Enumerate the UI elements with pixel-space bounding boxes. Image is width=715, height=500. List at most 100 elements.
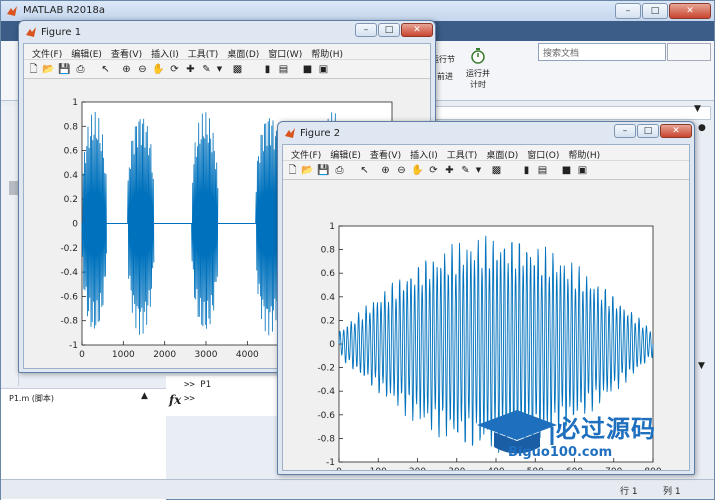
figure1-ytick-label: -0.4 xyxy=(60,268,78,278)
open-file-icon[interactable]: 📂 xyxy=(301,164,314,177)
legend-icon[interactable]: ▤ xyxy=(536,164,549,177)
details-toggle-icon[interactable]: ▲ xyxy=(141,391,148,401)
figure2-menu-item-2[interactable]: 查看(V) xyxy=(370,148,401,161)
figure2-menu-item-4[interactable]: 工具(T) xyxy=(447,148,478,161)
rotate-3d-icon[interactable]: ⟳ xyxy=(168,63,181,76)
editor-strip xyxy=(431,106,711,120)
figure2-menu-item-0[interactable]: 文件(F) xyxy=(291,148,321,161)
edit-plot-arrow-icon[interactable]: ↖ xyxy=(358,164,371,177)
run-and-time-button[interactable]: 运行并 计时 xyxy=(461,47,495,90)
figure2-maximize-button[interactable]: □ xyxy=(637,124,659,138)
zoom-in-icon[interactable]: ⊕ xyxy=(120,63,133,76)
figure1-menu-item-5[interactable]: 桌面(D) xyxy=(227,47,259,60)
close-button[interactable]: ✕ xyxy=(669,3,711,19)
hide-plot-tools-icon[interactable]: ■ xyxy=(301,63,314,76)
minimize-button[interactable]: – xyxy=(615,3,641,19)
watermark: 必过源码 Biguo100.com xyxy=(472,405,712,467)
figure2-xtick-label: 400 xyxy=(487,467,504,470)
panel-collapse-icon[interactable]: ▼ xyxy=(698,361,705,371)
panel-menu-icon[interactable]: ● xyxy=(698,123,706,133)
run-and-time-label-2: 计时 xyxy=(470,80,486,89)
figure1-maximize-button[interactable]: □ xyxy=(378,23,400,37)
save-icon[interactable]: 💾 xyxy=(317,164,330,177)
brush-icon[interactable]: ✎ xyxy=(200,63,213,76)
pan-hand-icon[interactable]: ✋ xyxy=(411,164,424,177)
watermark-url: Biguo100.com xyxy=(508,445,613,460)
show-plot-tools-icon[interactable]: ▣ xyxy=(576,164,589,177)
command-window[interactable]: >> P1 fx >> xyxy=(166,376,286,416)
figure1-xtick-label: 4000 xyxy=(236,350,259,360)
figure2-menubar: 文件(F) 编辑(E) 查看(V) 插入(I) 工具(T) 桌面(D) 窗口(O) 帮助(H) xyxy=(283,145,689,161)
print-icon[interactable]: ⎙ xyxy=(333,164,346,177)
status-row: 行 1 xyxy=(620,487,638,497)
figure1-menu-item-7[interactable]: 帮助(H) xyxy=(311,47,343,60)
main-window-controls: – □ ✕ xyxy=(615,3,711,19)
figure2-ytick-label: -0.2 xyxy=(317,364,335,374)
figure1-menu-item-6[interactable]: 窗口(W) xyxy=(268,47,302,60)
zoom-in-icon[interactable]: ⊕ xyxy=(379,164,392,177)
figure2-title-bar[interactable]: Figure 2 – □ ✕ xyxy=(278,122,694,144)
brush-dropdown-icon[interactable]: ▼ xyxy=(213,63,226,76)
open-file-icon[interactable]: 📂 xyxy=(42,63,55,76)
figure2-title: Figure 2 xyxy=(300,128,341,139)
legend-icon[interactable]: ▤ xyxy=(277,63,290,76)
left-gutter xyxy=(1,106,19,386)
brush-dropdown-icon[interactable]: ▼ xyxy=(472,164,485,177)
search-button[interactable] xyxy=(667,43,711,61)
fx-icon[interactable]: fx xyxy=(169,393,181,407)
hide-plot-tools-icon[interactable]: ■ xyxy=(560,164,573,177)
figure2-menu-item-5[interactable]: 桌面(D) xyxy=(486,148,518,161)
print-icon[interactable]: ⎙ xyxy=(74,63,87,76)
search-documentation-input[interactable]: 搜索文档 xyxy=(538,43,666,61)
status-col: 列 1 xyxy=(663,487,681,497)
rotate-3d-icon[interactable]: ⟳ xyxy=(427,164,440,177)
figure2-ytick-label: 0.8 xyxy=(321,246,336,256)
desktop: MATLAB R2018a – □ ✕ 搜索文档 运行节 前进 运行并 计时 ▼… xyxy=(0,0,715,500)
figure2-menu-item-1[interactable]: 编辑(E) xyxy=(330,148,361,161)
dropdown-arrow-icon[interactable]: ▼ xyxy=(694,104,701,114)
new-figure-icon[interactable]: 🗋 xyxy=(27,63,40,76)
main-title-bar: MATLAB R2018a – □ ✕ xyxy=(1,1,714,21)
zoom-out-icon[interactable]: ⊖ xyxy=(136,63,149,76)
figure1-menu-item-4[interactable]: 工具(T) xyxy=(188,47,219,60)
pan-hand-icon[interactable]: ✋ xyxy=(152,63,165,76)
figure1-xtick-label: 0 xyxy=(79,350,85,360)
colorbar-icon[interactable]: ▮ xyxy=(261,63,274,76)
figure1-menu-item-1[interactable]: 编辑(E) xyxy=(71,47,102,60)
show-plot-tools-icon[interactable]: ▣ xyxy=(317,63,330,76)
figure2-ytick-label: 0 xyxy=(329,340,335,350)
command-prompt[interactable]: >> xyxy=(184,394,195,404)
figure2-window-controls: – □ ✕ xyxy=(614,124,692,138)
data-cursor-icon[interactable]: ✚ xyxy=(443,164,456,177)
figure2-ytick-label: 0.2 xyxy=(321,316,335,326)
figure1-close-button[interactable]: ✕ xyxy=(401,23,433,37)
figure1-title-bar[interactable]: Figure 1 – □ ✕ xyxy=(19,21,435,43)
edit-plot-arrow-icon[interactable]: ↖ xyxy=(99,63,112,76)
new-figure-icon[interactable]: 🗋 xyxy=(286,164,299,177)
figure1-title: Figure 1 xyxy=(41,27,82,38)
save-icon[interactable]: 💾 xyxy=(58,63,71,76)
link-plot-icon[interactable]: ▩ xyxy=(231,63,244,76)
figure2-xtick-label: 100 xyxy=(370,467,387,470)
figure1-window-controls: – □ ✕ xyxy=(355,23,433,37)
figure2-xtick-label: 700 xyxy=(605,467,622,470)
figure2-xtick-label: 0 xyxy=(336,467,342,470)
figure2-minimize-button[interactable]: – xyxy=(614,124,636,138)
figure2-menu-item-6[interactable]: 窗口(O) xyxy=(527,148,559,161)
zoom-out-icon[interactable]: ⊖ xyxy=(395,164,408,177)
advance-button[interactable]: 前进 xyxy=(437,71,453,82)
figure2-close-button[interactable]: ✕ xyxy=(660,124,692,138)
figure2-menu-item-7[interactable]: 帮助(H) xyxy=(568,148,600,161)
data-cursor-icon[interactable]: ✚ xyxy=(184,63,197,76)
figure2-menu-item-3[interactable]: 插入(I) xyxy=(410,148,438,161)
brush-icon[interactable]: ✎ xyxy=(459,164,472,177)
figure1-menu-item-3[interactable]: 插入(I) xyxy=(151,47,179,60)
figure1-menu-item-2[interactable]: 查看(V) xyxy=(111,47,142,60)
link-plot-icon[interactable]: ▩ xyxy=(490,164,503,177)
figure1-menu-item-0[interactable]: 文件(F) xyxy=(32,47,62,60)
maximize-button[interactable]: □ xyxy=(642,3,668,19)
figure2-ytick-label: 1 xyxy=(329,222,335,232)
colorbar-icon[interactable]: ▮ xyxy=(520,164,533,177)
figure1-minimize-button[interactable]: – xyxy=(355,23,377,37)
figure1-xtick-label: 1000 xyxy=(112,350,135,360)
